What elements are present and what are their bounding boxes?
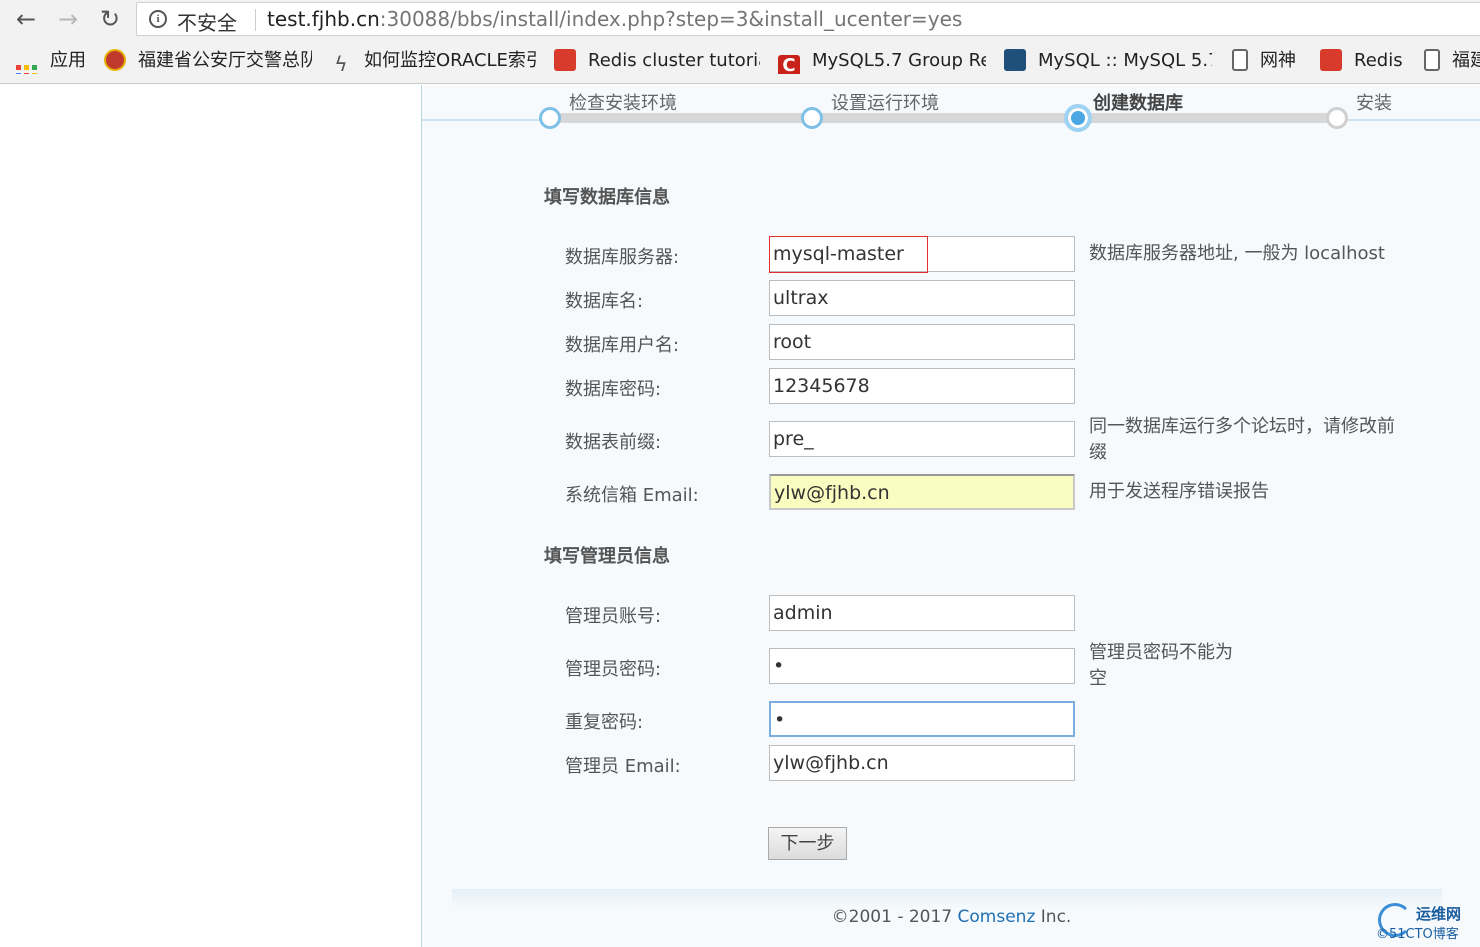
- bookmark-fujian[interactable]: 福建: [1424, 48, 1480, 74]
- db-user-input[interactable]: root: [769, 324, 1075, 360]
- step-label-install: 安装: [1356, 93, 1392, 114]
- admin-password-note: 管理员密码不能为 空: [1089, 640, 1233, 692]
- browser-toolbar: ← → ↻ i 不安全 test.fjhb.cn:30088/bbs/insta…: [0, 0, 1480, 38]
- bookmark-mysql-doc[interactable]: MySQL :: MySQL 5.7: [1004, 48, 1212, 74]
- db-prefix-note-line2: 缀: [1089, 442, 1107, 463]
- admin-account-input[interactable]: admin: [769, 595, 1075, 631]
- c-logo-icon: C: [778, 55, 800, 74]
- db-prefix-note: 同一数据库运行多个论坛时，请修改前 缀: [1089, 414, 1395, 466]
- db-password-label: 数据库密码:: [565, 379, 662, 400]
- page-content: 检查安装环境 设置运行环境 创建数据库 安装 填写数据库信息 数据库服务器: m…: [0, 85, 1480, 947]
- step-label-setup-env: 设置运行环境: [831, 93, 939, 114]
- step-dot-done: [539, 107, 561, 129]
- bookmark-wangshen[interactable]: 网神: [1232, 48, 1308, 74]
- step-dot-done: [801, 107, 823, 129]
- watermark: 运维网 ©51CTO博客: [1374, 899, 1480, 945]
- admin-email-label: 管理员 Email:: [565, 756, 681, 777]
- url-host: test.fjhb.cn: [267, 7, 380, 31]
- admin-password-note-line2: 空: [1089, 668, 1107, 689]
- watermark-line1: 运维网: [1416, 905, 1462, 923]
- footer: ©2001 - 2017 Comsenz Inc.: [422, 907, 1480, 927]
- redis-icon: [554, 49, 576, 71]
- step-label-check-env: 检查安装环境: [569, 93, 677, 114]
- forward-arrow-icon[interactable]: →: [52, 3, 84, 35]
- url-text[interactable]: test.fjhb.cn:30088/bbs/install/index.php…: [267, 7, 962, 31]
- admin-account-label: 管理员账号:: [565, 606, 662, 627]
- bookmark-oracle[interactable]: ϟ 如何监控ORACLE索引: [330, 48, 536, 74]
- watermark-line2: ©51CTO博客: [1376, 927, 1459, 942]
- bookmark-redis-cluster[interactable]: Redis cluster tutorial: [554, 48, 760, 74]
- db-section-title: 填写数据库信息: [544, 187, 670, 208]
- db-server-label: 数据库服务器:: [565, 247, 680, 268]
- bookmarks-bar: 应用 福建省公安厅交警总队 ϟ 如何监控ORACLE索引 Redis cluste…: [0, 38, 1480, 84]
- url-separator: [255, 9, 256, 31]
- db-server-input[interactable]: mysql-master: [769, 236, 1075, 272]
- bookmark-mysql-group[interactable]: C MySQL5.7 Group Re: [778, 48, 986, 74]
- step-dot-pending: [1326, 107, 1348, 129]
- page-icon: [1232, 49, 1248, 71]
- step-label-create-db: 创建数据库: [1093, 93, 1183, 114]
- redis-icon: [1320, 49, 1342, 71]
- bookmark-redis[interactable]: Redis: [1320, 48, 1410, 74]
- admin-password-label: 管理员密码:: [565, 659, 662, 680]
- db-server-note: 数据库服务器地址, 一般为 localhost: [1089, 243, 1385, 264]
- system-email-label: 系统信箱 Email:: [565, 485, 699, 506]
- db-prefix-note-line1: 同一数据库运行多个论坛时，请修改前: [1089, 416, 1395, 437]
- next-step-button[interactable]: 下一步: [768, 827, 847, 860]
- db-user-label: 数据库用户名:: [565, 335, 680, 356]
- footer-copyright: ©2001 - 2017: [831, 907, 958, 927]
- bookmark-police[interactable]: 福建省公安厅交警总队: [104, 48, 312, 74]
- mysql-dolphin-icon: [1004, 49, 1026, 71]
- admin-password-note-line1: 管理员密码不能为: [1089, 642, 1233, 663]
- fern-icon: ϟ: [334, 52, 348, 74]
- page-icon: [1424, 49, 1440, 71]
- system-email-input[interactable]: ylw@fjhb.cn: [769, 474, 1075, 510]
- info-icon[interactable]: i: [149, 10, 167, 28]
- footer-suffix: Inc.: [1035, 907, 1072, 927]
- admin-password-input[interactable]: •: [769, 648, 1075, 684]
- db-name-input[interactable]: ultrax: [769, 280, 1075, 316]
- comsenz-link[interactable]: Comsenz: [958, 907, 1036, 927]
- url-path: :30088/bbs/install/index.php?step=3&inst…: [379, 7, 963, 31]
- install-panel: 检查安装环境 设置运行环境 创建数据库 安装 填写数据库信息 数据库服务器: m…: [421, 85, 1480, 947]
- bookmark-apps[interactable]: 应用: [16, 48, 96, 74]
- system-email-note: 用于发送程序错误报告: [1089, 481, 1269, 502]
- db-prefix-input[interactable]: pre_: [769, 421, 1075, 457]
- address-bar[interactable]: i 不安全 test.fjhb.cn:30088/bbs/install/ind…: [136, 2, 1480, 36]
- repeat-password-label: 重复密码:: [565, 712, 644, 733]
- police-badge-icon: [104, 49, 126, 71]
- admin-section-title: 填写管理员信息: [544, 546, 670, 567]
- security-label[interactable]: 不安全: [177, 7, 237, 36]
- reload-icon[interactable]: ↻: [94, 3, 126, 35]
- footer-band: [452, 889, 1442, 909]
- admin-email-input[interactable]: ylw@fjhb.cn: [769, 745, 1075, 781]
- db-name-label: 数据库名:: [565, 291, 644, 312]
- apps-grid-icon: [16, 65, 38, 74]
- step-dot-active: [1064, 104, 1092, 132]
- db-password-input[interactable]: 12345678: [769, 368, 1075, 404]
- back-arrow-icon[interactable]: ←: [10, 3, 42, 35]
- db-prefix-label: 数据表前缀:: [565, 432, 662, 453]
- repeat-password-input[interactable]: •: [769, 701, 1075, 737]
